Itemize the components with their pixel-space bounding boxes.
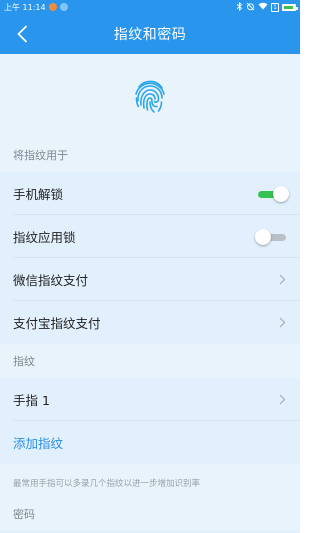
app-lock-row[interactable]: 指纹应用锁 bbox=[0, 215, 300, 258]
toggle-knob bbox=[273, 185, 289, 202]
notification-app-icon bbox=[48, 3, 57, 11]
toggle-knob bbox=[255, 228, 271, 245]
section-header-password: 密码 bbox=[0, 497, 300, 531]
phone-unlock-label: 手机解锁 bbox=[13, 187, 64, 202]
app-lock-label: 指纹应用锁 bbox=[13, 230, 76, 245]
phone-unlock-toggle[interactable] bbox=[257, 185, 289, 202]
section-header-fingerprint: 指纹 bbox=[0, 344, 300, 378]
fingerprint-icon bbox=[135, 80, 165, 113]
alarm-off-icon bbox=[246, 2, 255, 13]
add-fingerprint-row[interactable]: 添加指纹 bbox=[0, 421, 300, 464]
status-left: 上午 11:14 bbox=[4, 2, 68, 13]
finger-1-label: 手指 1 bbox=[13, 393, 50, 408]
alipay-pay-label: 支付宝指纹支付 bbox=[13, 316, 101, 331]
battery-icon bbox=[282, 3, 298, 11]
notification-browser-icon bbox=[59, 3, 68, 11]
status-time: 上午 11:14 bbox=[4, 2, 46, 12]
chevron-right-icon bbox=[277, 274, 287, 286]
bluetooth-icon bbox=[236, 1, 243, 13]
fingerprint-footnote: 最常用手指可以多录几个指纹以进一步增加识别率 bbox=[0, 464, 300, 497]
phone-unlock-row[interactable]: 手机解锁 bbox=[0, 172, 300, 215]
wechat-pay-label: 微信指纹支付 bbox=[13, 273, 89, 288]
wechat-pay-row[interactable]: 微信指纹支付 bbox=[0, 258, 300, 301]
chevron-right-icon bbox=[277, 317, 287, 329]
page-title: 指纹和密码 bbox=[113, 27, 187, 43]
nav-bar: 指纹和密码 bbox=[0, 14, 300, 54]
sim-icon: 1 bbox=[271, 2, 279, 12]
section-header-usage: 将指纹用于 bbox=[0, 138, 300, 172]
app-lock-toggle[interactable] bbox=[255, 228, 287, 245]
alipay-pay-row[interactable]: 支付宝指纹支付 bbox=[0, 301, 300, 344]
wifi-icon bbox=[258, 2, 268, 12]
fingerprint-hero bbox=[0, 54, 300, 138]
back-button[interactable] bbox=[10, 22, 34, 46]
battery-level bbox=[284, 5, 293, 9]
status-right: 1 bbox=[236, 1, 298, 13]
status-bar: 上午 11:14 1 bbox=[0, 0, 300, 14]
add-fingerprint-link[interactable]: 添加指纹 bbox=[13, 433, 287, 452]
finger-1-row[interactable]: 手指 1 bbox=[0, 378, 300, 421]
chevron-left-icon bbox=[17, 25, 27, 43]
chevron-right-icon bbox=[277, 394, 287, 406]
